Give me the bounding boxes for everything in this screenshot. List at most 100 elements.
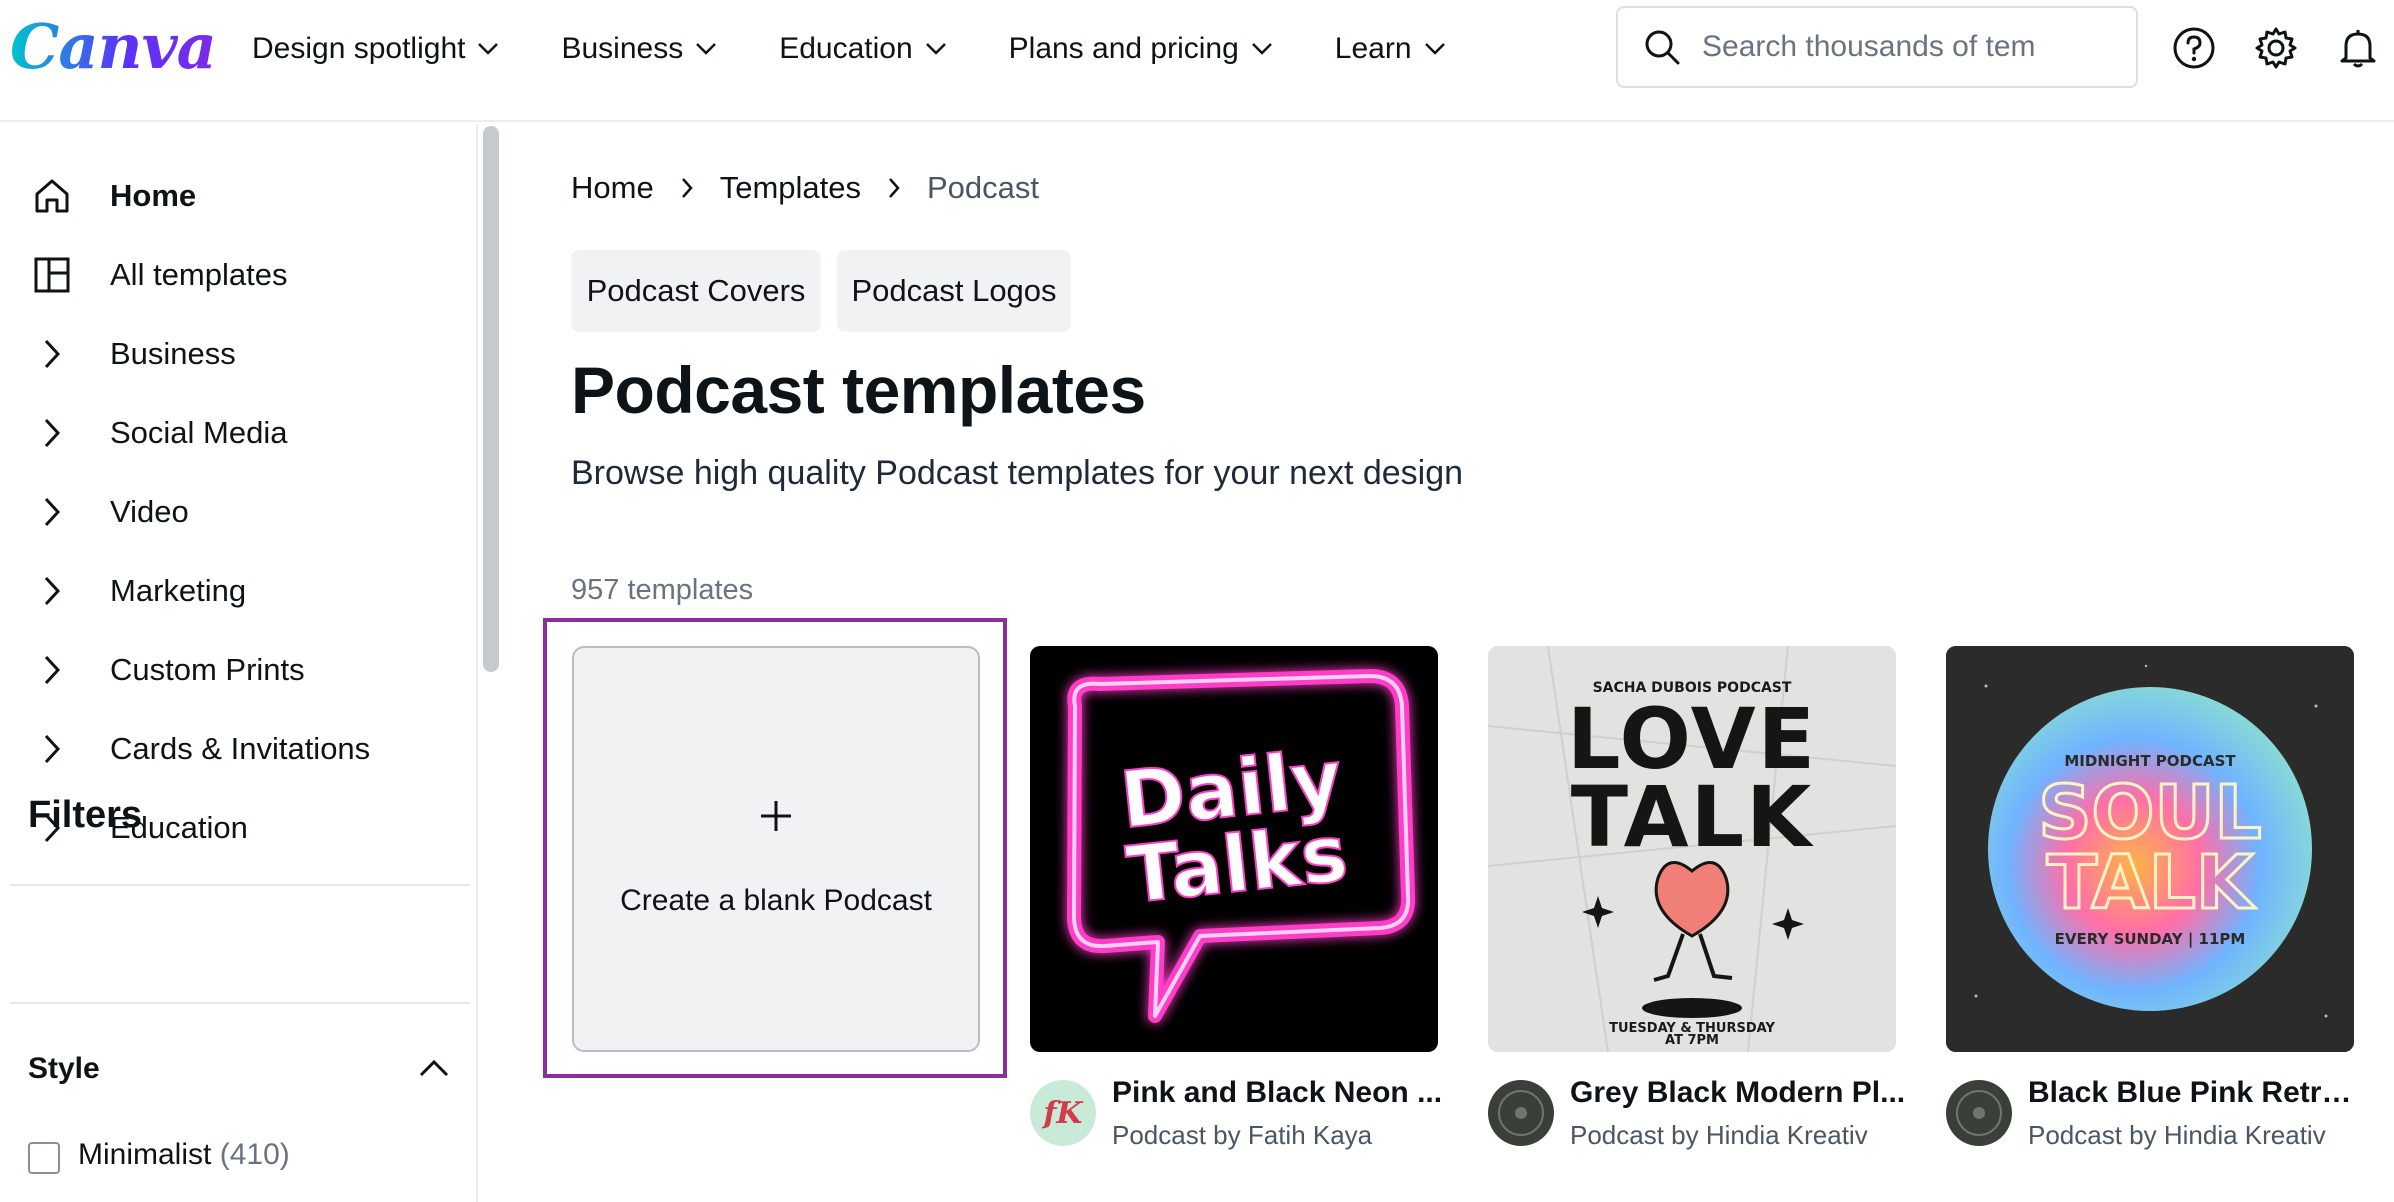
template-thumbnail: Daily Talks [1067,669,1416,1023]
search-box[interactable] [1616,6,2138,88]
chevron-up-icon [419,1059,449,1077]
author-avatar[interactable] [1946,1080,2012,1146]
left-sidebar: Home All templates Business Social Media… [0,124,478,1202]
minimalist-filter-label[interactable]: Minimalist (410) [78,1138,290,1172]
template-author[interactable]: Podcast by Fatih Kaya [1112,1120,1372,1151]
sidebar-item-business[interactable]: Business [0,324,470,384]
breadcrumb: Home Templates Podcast [571,170,1039,206]
chevron-right-icon [30,490,74,534]
nav-label: Learn [1334,32,1412,65]
template-meta: Black Blue Pink Retro ... Podcast by Hin… [1946,1076,2368,1156]
sidebar-item-marketing[interactable]: Marketing [0,561,470,621]
filter-option-label: Minimalist [78,1138,212,1171]
template-card-love-talk[interactable]: SACHA DUBOIS PODCAST LOVE TALK TUESDAY &… [1488,646,1896,1052]
chevron-down-icon [696,43,717,55]
plus-icon [574,798,978,834]
filters-heading: Filters [28,794,143,836]
sidebar-item-video[interactable]: Video [0,482,470,542]
minimalist-checkbox[interactable] [28,1142,60,1174]
chevron-right-icon [30,569,74,613]
author-avatar[interactable] [1488,1080,1554,1146]
sidebar-item-label: Video [110,494,189,529]
top-header: Canva Design spotlight Business Educatio… [0,0,2394,122]
sidebar-item-label: Business [110,336,236,371]
breadcrumb-home[interactable]: Home [571,170,654,206]
nav-learn[interactable]: Learn [1335,32,1446,66]
sidebar-item-social-media[interactable]: Social Media [0,403,470,463]
sidebar-divider [10,1002,470,1004]
help-button[interactable] [2172,26,2216,70]
chevron-right-icon [887,176,901,200]
sidebar-item-cards-invitations[interactable]: Cards & Invitations [0,719,470,779]
template-card-soul-talk[interactable]: MIDNIGHT PODCAST SOUL TALK EVERY SUNDAY … [1946,646,2354,1052]
nav-design-spotlight[interactable]: Design spotlight [252,32,499,66]
chevron-down-icon [1424,43,1445,55]
chevron-right-icon [30,727,74,771]
notification-bell-icon [2340,30,2376,68]
chevron-down-icon [925,43,946,55]
main-nav: Design spotlight Business Education Plan… [252,0,1508,98]
avatar-initials: fK [1043,1095,1083,1131]
breadcrumb-podcast: Podcast [927,170,1040,205]
nav-label: Plans and pricing [1008,32,1239,65]
author-logo-icon [1956,1090,2002,1136]
help-icon [2173,27,2215,69]
filter-option-count: (410) [219,1138,290,1171]
chevron-right-icon [30,332,74,376]
chip-podcast-covers[interactable]: Podcast Covers [571,250,821,332]
sidebar-item-label: Cards & Invitations [110,731,371,766]
sidebar-item-label: Custom Prints [110,652,305,687]
notifications-button[interactable] [2336,26,2380,70]
nav-education[interactable]: Education [779,32,946,66]
thumbnail-text: TALK [1571,768,1814,866]
nav-plans-and-pricing[interactable]: Plans and pricing [1009,32,1273,66]
author-avatar[interactable]: fK [1030,1080,1096,1146]
thumbnail-text: TALK [2047,840,2256,926]
thumbnail-text: MIDNIGHT PODCAST [2064,752,2236,770]
nav-label: Education [779,32,913,65]
templates-layout-icon [30,253,74,297]
sidebar-item-custom-prints[interactable]: Custom Prints [0,640,470,700]
thumbnail-text: AT 7PM [1665,1033,1719,1048]
page-title: Podcast templates [571,353,1146,427]
chip-podcast-logos[interactable]: Podcast Logos [837,250,1071,332]
sidebar-item-all-templates[interactable]: All templates [0,245,470,305]
template-meta: fK Pink and Black Neon ... Podcast by Fa… [1030,1076,1450,1156]
search-input[interactable] [1702,30,2122,64]
sidebar-scrollbar[interactable] [483,126,499,672]
settings-button[interactable] [2254,26,2298,70]
chevron-down-icon [1251,43,1272,55]
chevron-right-icon [680,176,694,200]
template-author[interactable]: Podcast by Hindia Kreativ [2028,1120,2326,1151]
style-filter-heading: Style [28,1052,100,1085]
template-title[interactable]: Black Blue Pink Retro ... [2028,1076,2368,1110]
chevron-down-icon [478,43,499,55]
template-title[interactable]: Grey Black Modern Pl... [1570,1076,1910,1110]
template-thumbnail: MIDNIGHT PODCAST SOUL TALK EVERY SUNDAY … [1946,646,2354,1052]
template-count: 957 templates [571,574,754,606]
sidebar-item-label: All templates [110,257,288,292]
author-logo-icon [1498,1090,1544,1136]
nav-business[interactable]: Business [561,32,717,66]
settings-gear-icon [2255,27,2297,69]
sidebar-divider [10,884,470,886]
thumbnail-text: EVERY SUNDAY | 11PM [2055,930,2246,949]
home-icon [30,174,74,218]
sidebar-item-home[interactable]: Home [0,166,470,226]
breadcrumb-templates[interactable]: Templates [720,170,861,206]
canva-logo[interactable]: Canva [10,10,217,83]
page-subtitle: Browse high quality Podcast templates fo… [571,454,1464,492]
chevron-right-icon [30,648,74,692]
template-thumbnail: SACHA DUBOIS PODCAST LOVE TALK TUESDAY &… [1488,646,1896,1052]
create-blank-podcast-card[interactable]: Create a blank Podcast [572,646,980,1052]
style-collapse-toggle[interactable] [412,1046,456,1090]
sidebar-item-label: Home [110,178,197,213]
create-blank-label: Create a blank Podcast [620,884,932,917]
template-author[interactable]: Podcast by Hindia Kreativ [1570,1120,1868,1151]
template-card-daily-talks[interactable]: Daily Talks [1030,646,1438,1052]
nav-label: Design spotlight [252,32,466,65]
chevron-right-icon [30,411,74,455]
template-title[interactable]: Pink and Black Neon ... [1112,1076,1452,1110]
template-meta: Grey Black Modern Pl... Podcast by Hindi… [1488,1076,1908,1156]
sidebar-item-label: Marketing [110,573,247,608]
